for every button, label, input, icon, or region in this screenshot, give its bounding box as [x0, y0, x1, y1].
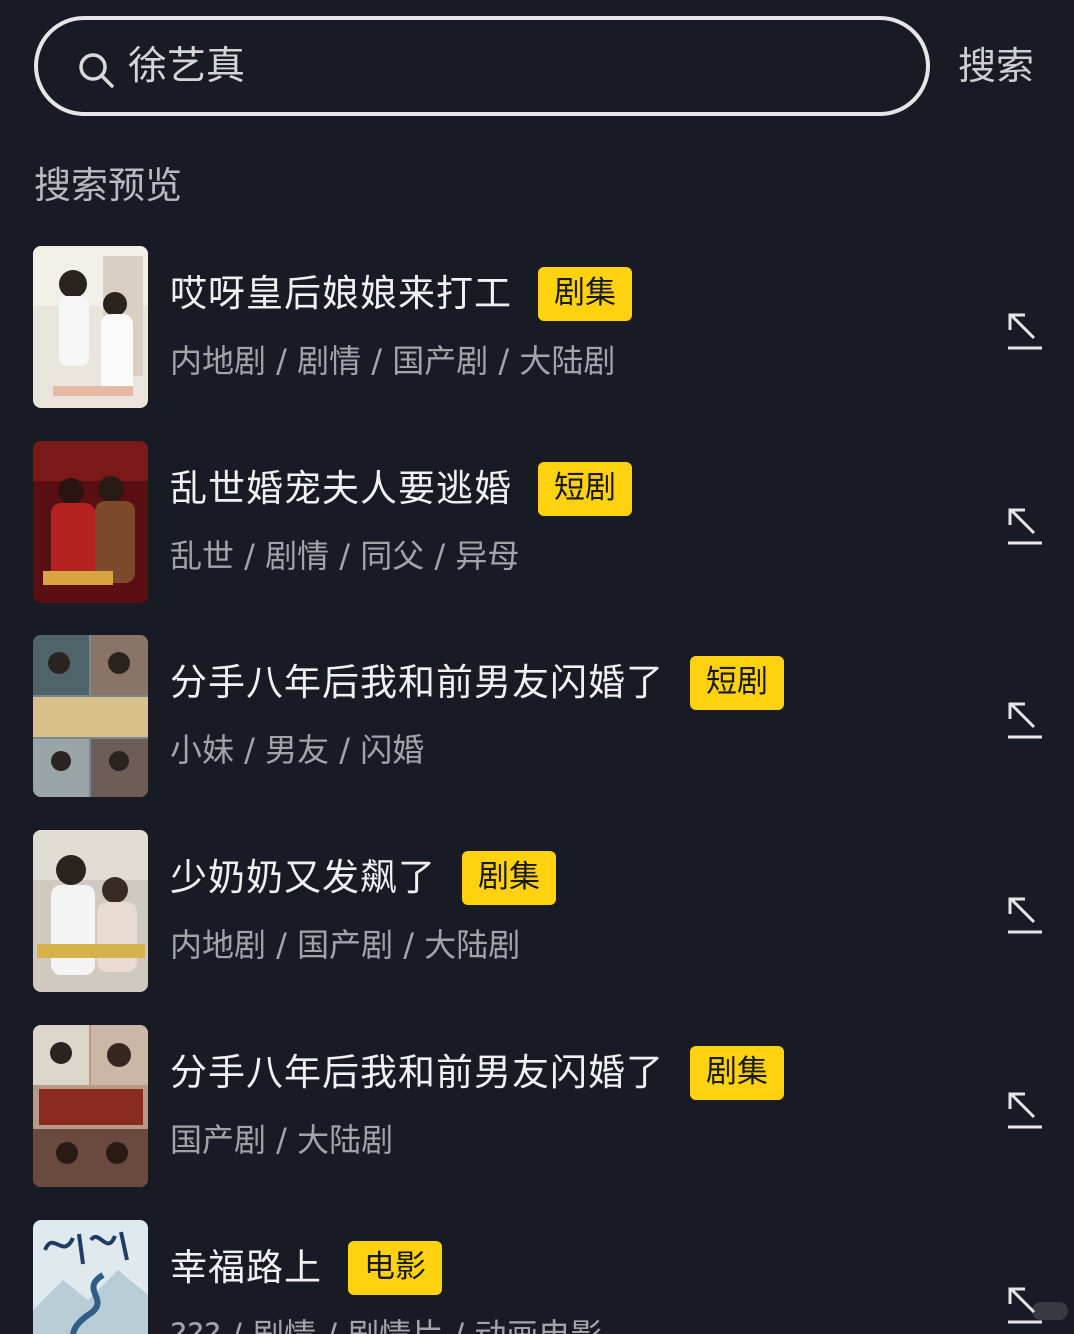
- result-tags: 乱世 / 剧情 / 同父 / 异母: [170, 537, 520, 575]
- arrow-up-left-icon[interactable]: [1004, 310, 1044, 352]
- type-badge: 剧集: [538, 267, 632, 321]
- result-item[interactable]: 幸福路上 电影 ??? / 剧情 / 剧情片 / 动画电影: [0, 1220, 1074, 1334]
- result-item[interactable]: 乱世婚宠夫人要逃婚 短剧 乱世 / 剧情 / 同父 / 异母: [0, 441, 1074, 605]
- poster-thumbnail: [33, 1025, 148, 1187]
- result-tags: 内地剧 / 国产剧 / 大陆剧: [170, 926, 521, 964]
- result-tags: ??? / 剧情 / 剧情片 / 动画电影: [170, 1310, 602, 1334]
- result-tags: 小妹 / 男友 / 闪婚: [170, 731, 425, 769]
- result-tags: 国产剧 / 大陆剧: [170, 1121, 394, 1159]
- poster-thumbnail: [33, 1220, 148, 1334]
- type-badge: 短剧: [690, 656, 784, 710]
- search-icon: [79, 53, 114, 88]
- result-title-row: 分手八年后我和前男友闪婚了 剧集: [170, 1045, 784, 1101]
- result-title: 少奶奶又发飙了: [170, 856, 436, 899]
- poster-thumbnail: [33, 830, 148, 992]
- result-item[interactable]: 分手八年后我和前男友闪婚了 剧集 国产剧 / 大陆剧: [0, 1025, 1074, 1189]
- search-input[interactable]: [128, 38, 888, 96]
- section-title: 搜索预览: [34, 164, 182, 207]
- search-button[interactable]: 搜索: [958, 38, 1034, 94]
- type-badge: 剧集: [690, 1046, 784, 1100]
- result-item[interactable]: 分手八年后我和前男友闪婚了 短剧 小妹 / 男友 / 闪婚: [0, 635, 1074, 799]
- type-badge: 剧集: [462, 851, 556, 905]
- type-badge: 短剧: [538, 462, 632, 516]
- arrow-up-left-icon[interactable]: [1004, 894, 1044, 936]
- search-field[interactable]: [34, 16, 930, 116]
- poster-thumbnail: [33, 441, 148, 603]
- watermark: [1032, 1302, 1068, 1320]
- search-bar: 搜索: [34, 16, 1044, 122]
- result-title: 乱世婚宠夫人要逃婚: [170, 467, 512, 510]
- arrow-up-left-icon[interactable]: [1004, 1089, 1044, 1131]
- result-title-row: 幸福路上 电影: [170, 1240, 442, 1296]
- type-badge: 电影: [348, 1241, 442, 1295]
- arrow-up-left-icon[interactable]: [1004, 699, 1044, 741]
- poster-thumbnail: [33, 246, 148, 408]
- arrow-up-left-icon[interactable]: [1004, 505, 1044, 547]
- search-page: 搜索 搜索预览 哎呀皇后娘娘来打工 剧集 内地: [0, 0, 1074, 1334]
- result-tags: 内地剧 / 剧情 / 国产剧 / 大陆剧: [170, 342, 616, 380]
- result-title: 分手八年后我和前男友闪婚了: [170, 1051, 664, 1094]
- poster-thumbnail: [33, 635, 148, 797]
- result-item[interactable]: 少奶奶又发飙了 剧集 内地剧 / 国产剧 / 大陆剧: [0, 830, 1074, 994]
- result-title-row: 乱世婚宠夫人要逃婚 短剧: [170, 461, 632, 517]
- result-title-row: 分手八年后我和前男友闪婚了 短剧: [170, 655, 784, 711]
- result-title: 幸福路上: [170, 1246, 322, 1289]
- result-title: 哎呀皇后娘娘来打工: [170, 272, 512, 315]
- result-title: 分手八年后我和前男友闪婚了: [170, 661, 664, 704]
- result-item[interactable]: 哎呀皇后娘娘来打工 剧集 内地剧 / 剧情 / 国产剧 / 大陆剧: [0, 246, 1074, 410]
- result-title-row: 少奶奶又发飙了 剧集: [170, 850, 556, 906]
- result-title-row: 哎呀皇后娘娘来打工 剧集: [170, 266, 632, 322]
